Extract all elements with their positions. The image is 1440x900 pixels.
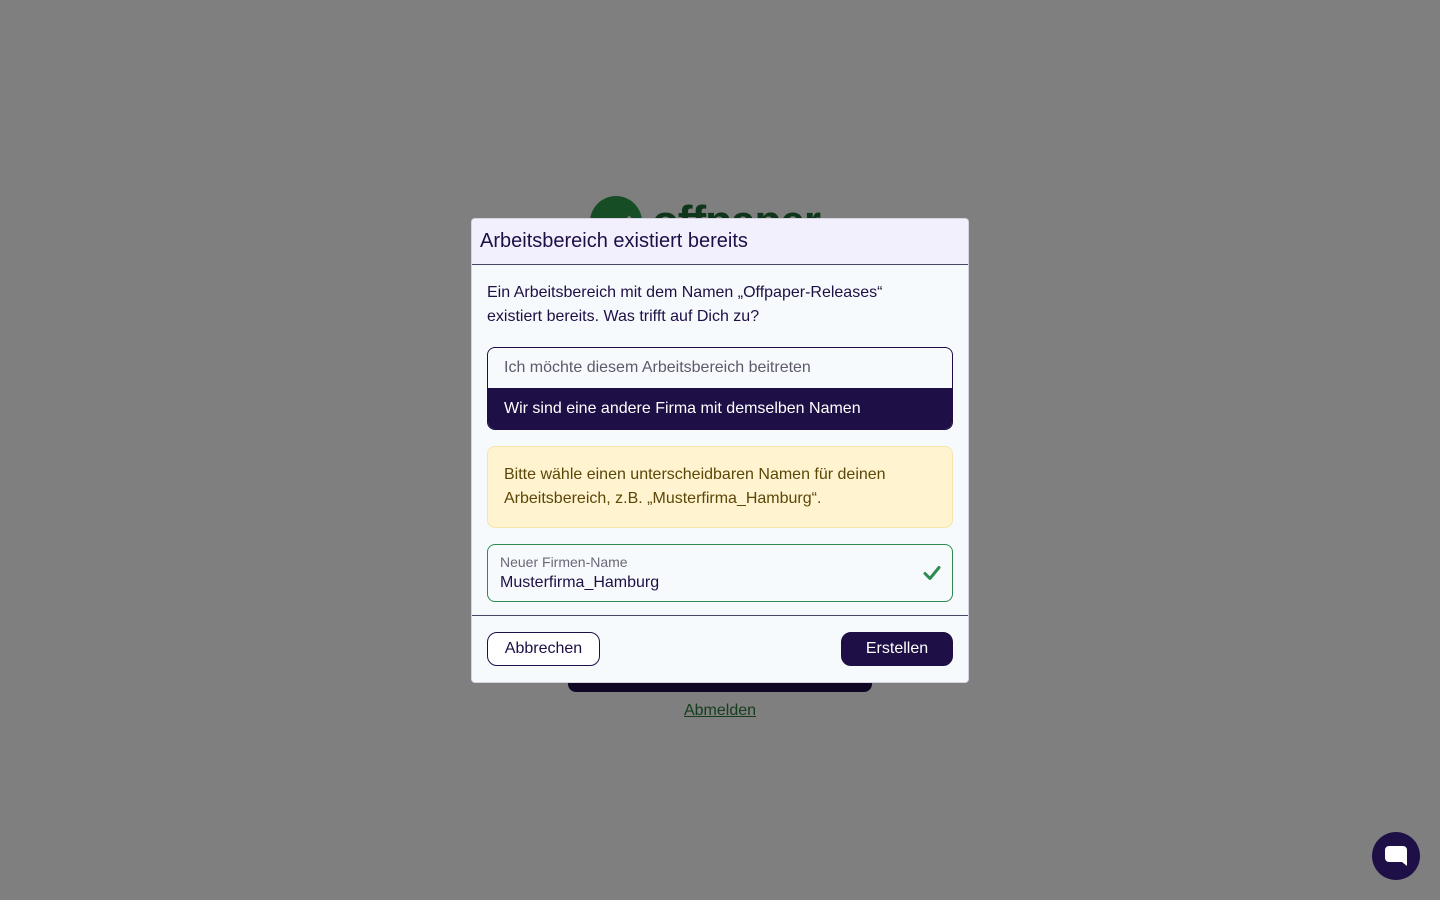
option-different-company[interactable]: Wir sind eine andere Firma mit demselben… bbox=[488, 388, 952, 429]
modal-header: Arbeitsbereich existiert bereits bbox=[472, 219, 968, 265]
company-name-label: Neuer Firmen-Name bbox=[500, 554, 628, 570]
chat-bubble-icon bbox=[1385, 846, 1407, 866]
company-name-field[interactable]: Neuer Firmen-Name bbox=[487, 544, 953, 602]
chat-launcher-button[interactable] bbox=[1372, 832, 1420, 880]
option-join-workspace[interactable]: Ich möchte diesem Arbeitsbereich beitret… bbox=[488, 348, 952, 388]
warning-message: Bitte wähle einen unterscheidbaren Namen… bbox=[487, 446, 953, 528]
modal-message: Ein Arbeitsbereich mit dem Namen „Offpap… bbox=[487, 284, 883, 325]
check-icon bbox=[923, 566, 941, 580]
company-name-input[interactable] bbox=[500, 572, 900, 594]
workspace-exists-dialog: Arbeitsbereich existiert bereits Ein Arb… bbox=[471, 218, 969, 683]
cancel-button[interactable]: Abbrechen bbox=[487, 632, 600, 666]
modal-footer: Abbrechen Erstellen bbox=[472, 615, 968, 682]
modal-body: Ein Arbeitsbereich mit dem Namen „Offpap… bbox=[472, 265, 968, 602]
modal-title: Arbeitsbereich existiert bereits bbox=[480, 230, 748, 252]
workspace-choice-group: Ich möchte diesem Arbeitsbereich beitret… bbox=[487, 347, 953, 430]
create-button[interactable]: Erstellen bbox=[841, 632, 953, 666]
